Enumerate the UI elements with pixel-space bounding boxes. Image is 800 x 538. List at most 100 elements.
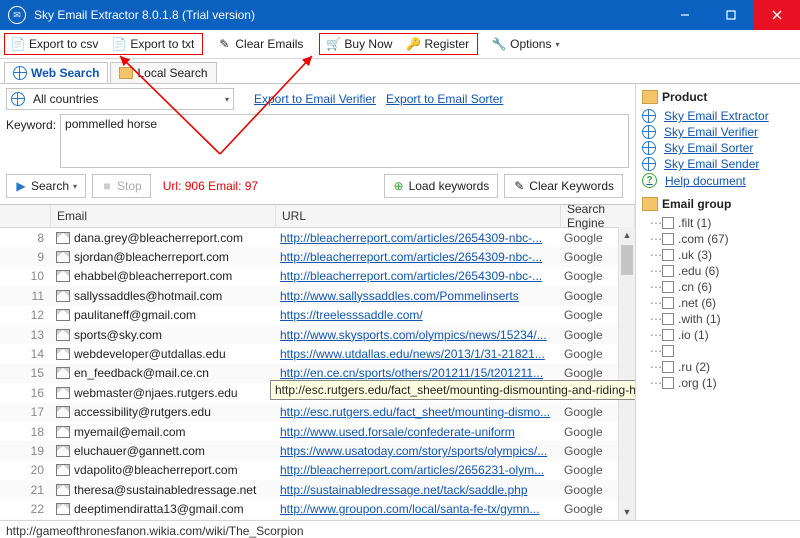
chevron-down-icon: ▾: [73, 182, 77, 191]
product-link[interactable]: ?Help document: [642, 172, 794, 189]
node-icon: [662, 265, 674, 277]
scroll-thumb[interactable]: [621, 245, 633, 275]
table-row[interactable]: 14 webdeveloper@utdallas.edu https://www…: [0, 344, 635, 363]
tree-node[interactable]: ⋯.org (1): [642, 375, 794, 391]
node-icon: [662, 313, 674, 325]
tree-node[interactable]: ⋯: [642, 343, 794, 359]
mail-icon: [56, 348, 70, 360]
tree-node[interactable]: ⋯.cn (6): [642, 279, 794, 295]
col-engine[interactable]: Search Engine: [561, 205, 635, 227]
plus-icon: ⊕: [393, 180, 405, 192]
mail-icon: [56, 270, 70, 282]
register-button[interactable]: 🔑Register: [400, 34, 475, 54]
search-button[interactable]: ▶Search▾: [6, 174, 86, 198]
maximize-button[interactable]: [708, 0, 754, 30]
status-text: http://gameofthronesfanon.wikia.com/wiki…: [6, 524, 304, 538]
help-icon: ?: [642, 173, 657, 188]
keyword-input[interactable]: pommelled horse: [60, 114, 629, 168]
results-grid: Email URL Search Engine 8 dana.grey@blea…: [0, 204, 635, 520]
grid-header: Email URL Search Engine: [0, 205, 635, 228]
tree-node[interactable]: ⋯.filt (1): [642, 215, 794, 231]
node-icon: [662, 217, 674, 229]
table-row[interactable]: 20 vdapolito@bleacherreport.com http://b…: [0, 461, 635, 480]
status-bar: http://gameofthronesfanon.wikia.com/wiki…: [0, 520, 800, 538]
table-row[interactable]: 10 ehabbel@bleacherreport.com http://ble…: [0, 267, 635, 286]
mail-icon: [56, 329, 70, 341]
tree-node[interactable]: ⋯.edu (6): [642, 263, 794, 279]
mail-icon: [56, 251, 70, 263]
minimize-button[interactable]: [662, 0, 708, 30]
export-to-sorter-link[interactable]: Export to Email Sorter: [386, 92, 503, 106]
export-highlight-box: 📄Export to csv 📄Export to txt: [4, 33, 203, 55]
url-tooltip: http://esc.rutgers.edu/fact_sheet/mounti…: [270, 380, 635, 400]
options-button[interactable]: 🔧Options▾: [486, 34, 565, 54]
tree-node[interactable]: ⋯.com (67): [642, 231, 794, 247]
mail-icon: [56, 484, 70, 496]
tab-local-search[interactable]: Local Search: [110, 62, 216, 83]
tab-web-search[interactable]: Web Search: [4, 62, 108, 83]
table-row[interactable]: 21 theresa@sustainabledressage.net http:…: [0, 480, 635, 499]
keyword-label: Keyword:: [6, 114, 56, 132]
export-to-verifier-link[interactable]: Export to Email Verifier: [254, 92, 376, 106]
vertical-scrollbar[interactable]: ▲ ▼: [618, 227, 635, 520]
folder-icon: [642, 197, 658, 211]
scroll-down-icon[interactable]: ▼: [619, 504, 635, 520]
col-number[interactable]: [0, 205, 51, 227]
tree-node[interactable]: ⋯.io (1): [642, 327, 794, 343]
table-row[interactable]: 17 accessibility@rutgers.edu http://esc.…: [0, 403, 635, 422]
chevron-down-icon: ▾: [555, 40, 559, 49]
cart-icon: 🛒: [326, 37, 340, 51]
mail-icon: [56, 406, 70, 418]
col-url[interactable]: URL: [276, 205, 561, 227]
load-keywords-button[interactable]: ⊕Load keywords: [384, 174, 499, 198]
table-row[interactable]: 12 paulitaneff@gmail.com https://treeles…: [0, 306, 635, 325]
globe-icon: [642, 157, 656, 171]
buy-highlight-box: 🛒Buy Now 🔑Register: [319, 33, 478, 55]
tree-node[interactable]: ⋯.uk (3): [642, 247, 794, 263]
tree-node[interactable]: ⋯.net (6): [642, 295, 794, 311]
product-link[interactable]: Sky Email Verifier: [642, 124, 794, 140]
stop-icon: ■: [101, 180, 113, 192]
scroll-up-icon[interactable]: ▲: [619, 227, 635, 243]
node-icon: [662, 233, 674, 245]
col-email[interactable]: Email: [51, 205, 276, 227]
product-link[interactable]: Sky Email Sorter: [642, 140, 794, 156]
node-icon: [662, 329, 674, 341]
table-row[interactable]: 9 sjordan@bleacherreport.com http://blea…: [0, 247, 635, 266]
table-row[interactable]: 18 myemail@email.com http://www.used.for…: [0, 422, 635, 441]
export-txt-button[interactable]: 📄Export to txt: [106, 34, 200, 54]
tree-node[interactable]: ⋯.with (1): [642, 311, 794, 327]
mail-icon: [56, 367, 70, 379]
clear-keywords-button[interactable]: ✎Clear Keywords: [504, 174, 623, 198]
table-row[interactable]: 8 dana.grey@bleacherreport.com http://bl…: [0, 228, 635, 247]
eraser-icon: ✎: [513, 180, 525, 192]
table-row[interactable]: 22 deeptimendiratta13@gmail.com http://w…: [0, 499, 635, 518]
close-button[interactable]: [754, 0, 800, 30]
table-row[interactable]: 19 eluchauer@gannett.com https://www.usa…: [0, 441, 635, 460]
node-icon: [662, 377, 674, 389]
country-select[interactable]: All countries ▾: [6, 88, 234, 110]
email-group-header: Email group: [642, 197, 794, 211]
table-row[interactable]: 23 mmidkiff@womenandhorses.com http://ww…: [0, 519, 635, 520]
eraser-icon: ✎: [217, 37, 231, 51]
node-icon: [662, 281, 674, 293]
mail-icon: [56, 290, 70, 302]
export-csv-button[interactable]: 📄Export to csv: [5, 34, 104, 54]
product-link[interactable]: Sky Email Extractor: [642, 108, 794, 124]
chevron-down-icon: ▾: [225, 95, 229, 104]
product-link[interactable]: Sky Email Sender: [642, 156, 794, 172]
window-title: Sky Email Extractor 8.0.1.8 (Trial versi…: [32, 8, 662, 22]
folder-icon: [119, 66, 133, 80]
key-icon: 🔑: [406, 37, 420, 51]
title-bar: ✉ Sky Email Extractor 8.0.1.8 (Trial ver…: [0, 0, 800, 30]
clear-emails-button[interactable]: ✎Clear Emails: [211, 34, 309, 54]
globe-icon: [642, 125, 656, 139]
product-header: Product: [642, 90, 794, 104]
table-row[interactable]: 11 sallyssaddles@hotmail.com http://www.…: [0, 286, 635, 305]
url-email-counter: Url: 906 Email: 97: [163, 179, 258, 193]
buy-now-button[interactable]: 🛒Buy Now: [320, 34, 398, 54]
table-row[interactable]: 13 sports@sky.com http://www.skysports.c…: [0, 325, 635, 344]
export-icon: 📄: [112, 37, 126, 51]
stop-button[interactable]: ■Stop: [92, 174, 151, 198]
tree-node[interactable]: ⋯.ru (2): [642, 359, 794, 375]
